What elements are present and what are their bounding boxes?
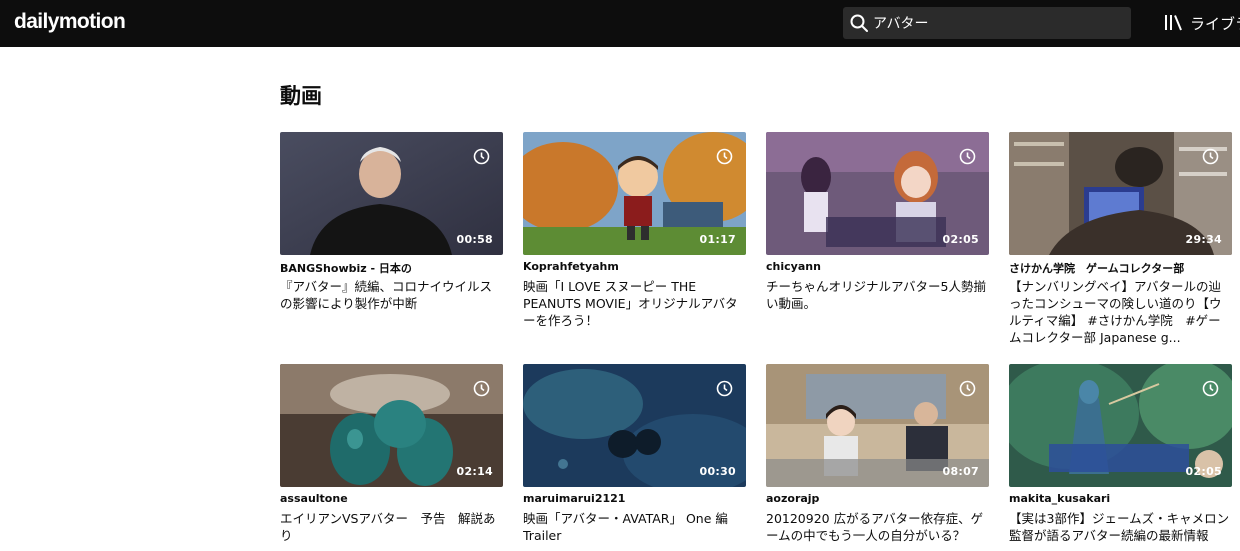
video-duration: 01:17	[699, 233, 736, 246]
clock-icon[interactable]	[959, 380, 976, 397]
video-thumbnail[interactable]: 29:34	[1009, 132, 1232, 255]
channel-name[interactable]: makita_kusakari	[1009, 492, 1232, 507]
search-icon[interactable]	[850, 14, 868, 32]
channel-name[interactable]: aozorajp	[766, 492, 989, 507]
video-card[interactable]: 01:17 Koprahfetyahm 映画「I LOVE スヌーピー THE …	[523, 132, 746, 329]
channel-name[interactable]: maruimarui2121	[523, 492, 746, 507]
channel-name[interactable]: assaultone	[280, 492, 503, 507]
section-title: 動画	[280, 84, 322, 108]
channel-name[interactable]: さけかん学院 ゲームコレクター部	[1009, 260, 1232, 275]
video-duration: 00:58	[456, 233, 493, 246]
clock-icon[interactable]	[959, 148, 976, 165]
video-duration: 08:07	[942, 465, 979, 478]
video-thumbnail[interactable]: 02:05	[766, 132, 989, 255]
video-title[interactable]: チーちゃんオリジナルアバター5人勢揃い動画。	[766, 278, 989, 312]
video-thumbnail[interactable]: 00:30	[523, 364, 746, 487]
clock-icon[interactable]	[1202, 380, 1219, 397]
video-duration: 02:14	[456, 465, 493, 478]
video-title[interactable]: 【ナンバリングベイ】アバタールの辿ったコンシューマの険しい道のり【ウルティマ編】…	[1009, 278, 1232, 346]
video-card[interactable]: 29:34 さけかん学院 ゲームコレクター部 【ナンバリングベイ】アバタールの辿…	[1009, 132, 1232, 346]
clock-icon[interactable]	[473, 148, 490, 165]
video-title[interactable]: 20120920 広がるアバター依存症、ゲームの中でもう一人の自分がいる？	[766, 510, 989, 544]
clock-icon[interactable]	[1202, 148, 1219, 165]
video-card[interactable]: 02:05 chicyann チーちゃんオリジナルアバター5人勢揃い動画。	[766, 132, 989, 312]
library-icon	[1165, 15, 1182, 31]
clock-icon[interactable]	[473, 380, 490, 397]
search-box[interactable]	[843, 7, 1131, 39]
video-title[interactable]: 映画「I LOVE スヌーピー THE PEANUTS MOVIE」オリジナルア…	[523, 278, 746, 329]
video-card[interactable]: 02:14 assaultone エイリアンVSアバター 予告 解説あり	[280, 364, 503, 544]
video-thumbnail[interactable]: 01:17	[523, 132, 746, 255]
clock-icon[interactable]	[716, 148, 733, 165]
video-duration: 02:05	[1185, 465, 1222, 478]
dailymotion-logo[interactable]: dailymotion	[14, 10, 126, 34]
library-label[interactable]: ライブラ	[1190, 13, 1240, 34]
video-duration: 02:05	[942, 233, 979, 246]
video-duration: 00:30	[699, 465, 736, 478]
clock-icon[interactable]	[716, 380, 733, 397]
video-title[interactable]: 『アバター』続編、コロナイウイルスの影響により製作が中断	[280, 278, 503, 312]
top-bar: dailymotion ライブラ	[0, 0, 1240, 47]
video-thumbnail[interactable]: 00:58	[280, 132, 503, 255]
search-input[interactable]	[873, 11, 1123, 35]
video-duration: 29:34	[1185, 233, 1222, 246]
video-thumbnail[interactable]: 02:14	[280, 364, 503, 487]
channel-name[interactable]: BANGShowbiz - 日本の	[280, 260, 503, 275]
video-card[interactable]: 00:58 BANGShowbiz - 日本の 『アバター』続編、コロナイウイル…	[280, 132, 503, 312]
channel-name[interactable]: Koprahfetyahm	[523, 260, 746, 275]
video-card[interactable]: 08:07 aozorajp 20120920 広がるアバター依存症、ゲームの中…	[766, 364, 989, 544]
video-title[interactable]: 映画「アバター・AVATAR」 One 編 Trailer	[523, 510, 746, 544]
video-card[interactable]: 02:05 makita_kusakari 【実は3部作】ジェームズ・キャメロン…	[1009, 364, 1232, 544]
video-thumbnail[interactable]: 08:07	[766, 364, 989, 487]
channel-name[interactable]: chicyann	[766, 260, 989, 275]
video-title[interactable]: エイリアンVSアバター 予告 解説あり	[280, 510, 503, 544]
video-thumbnail[interactable]: 02:05	[1009, 364, 1232, 487]
video-title[interactable]: 【実は3部作】ジェームズ・キャメロン監督が語るアバター続編の最新情報	[1009, 510, 1232, 544]
video-card[interactable]: 00:30 maruimarui2121 映画「アバター・AVATAR」 One…	[523, 364, 746, 544]
